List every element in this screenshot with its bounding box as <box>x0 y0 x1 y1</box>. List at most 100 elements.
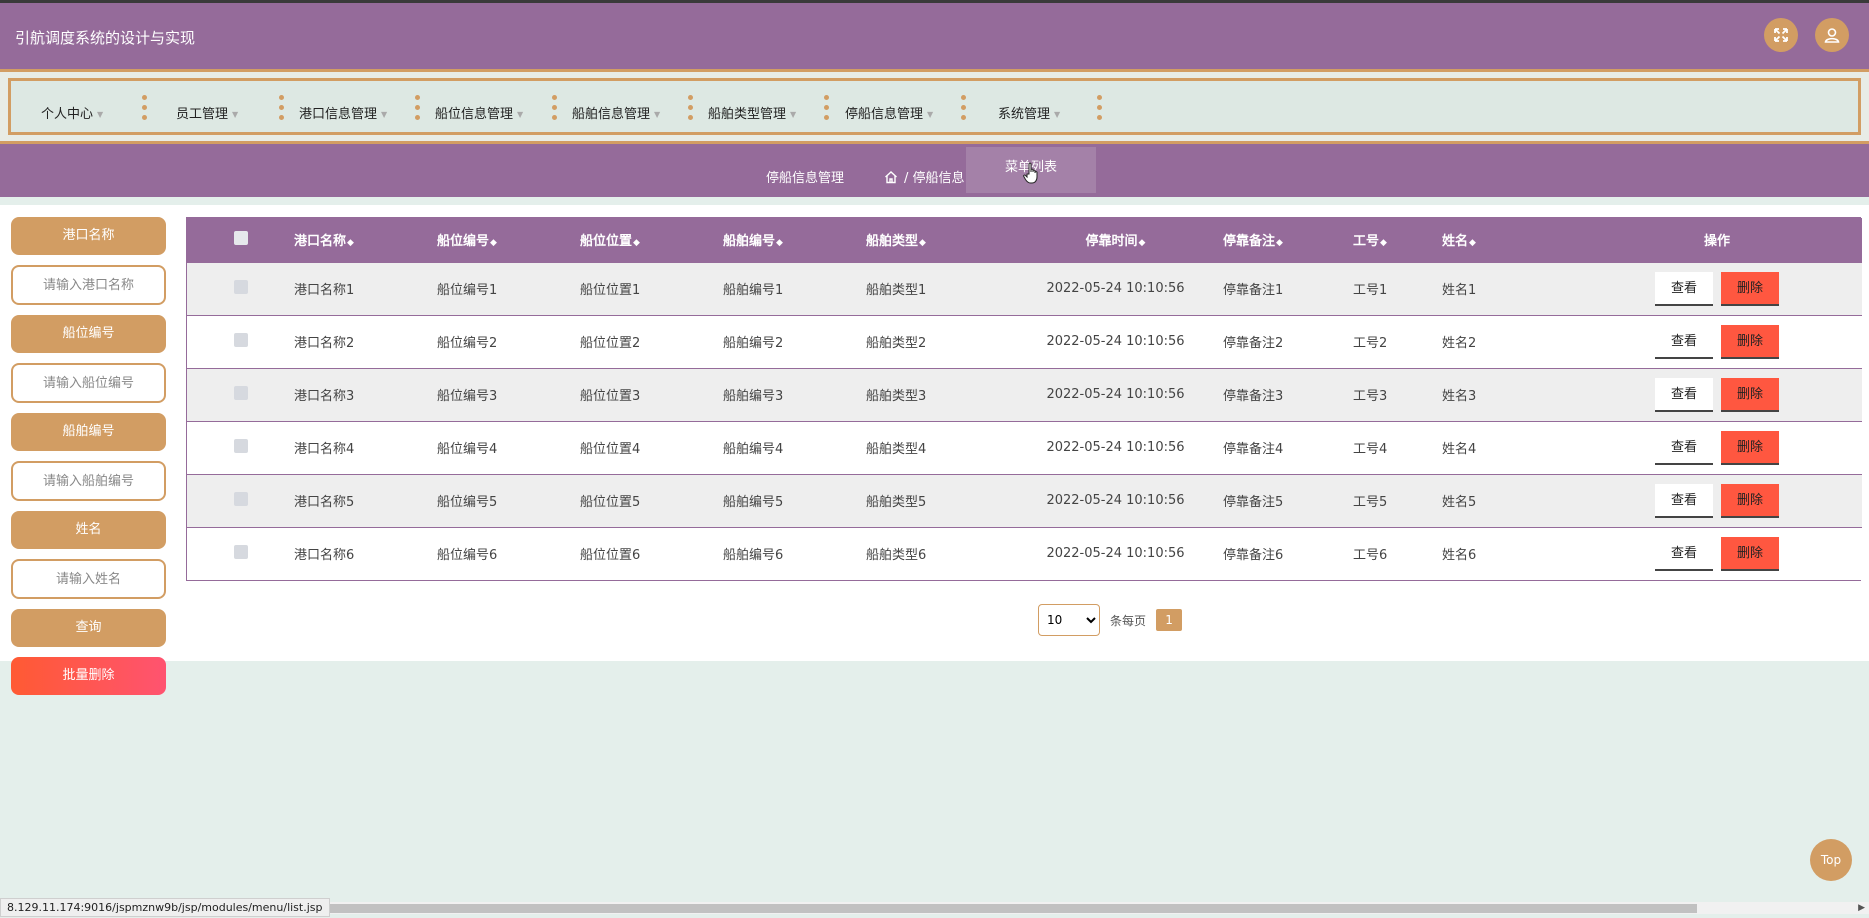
page-number-current[interactable]: 1 <box>1156 609 1183 631</box>
main-nav: 个人中心 ▼ 员工管理 ▼ 港口信息管理 ▼ 船位信息管理 ▼ 船舶信息管理 ▼ 船舶类型… <box>0 69 1869 144</box>
row-checkbox[interactable] <box>233 544 248 559</box>
nav-item-label: 员工管理 <box>176 107 229 122</box>
nav-item-port[interactable]: 港口信息管理 ▼ <box>299 103 387 122</box>
nav-item-personal-center[interactable]: 个人中心 ▼ <box>41 103 103 122</box>
table-row: 港口名称6 船位编号6 船位位置6 船舶编号6 船舶类型6 2022-05-24… <box>187 527 1862 580</box>
row-checkbox[interactable] <box>233 332 248 347</box>
sort-icon: ◆ <box>1380 238 1387 249</box>
query-button[interactable]: 查询 <box>11 609 166 647</box>
sort-icon: ◆ <box>1469 238 1476 249</box>
view-button[interactable]: 查看 <box>1655 536 1713 571</box>
cell-ship-type: 船舶类型6 <box>866 548 927 564</box>
cell-berth-number: 船位编号4 <box>437 442 498 457</box>
col-header-ship-number[interactable]: 船舶编号◆ <box>723 218 866 262</box>
cell-ship-number: 船舶编号3 <box>723 389 784 404</box>
cell-dock-time: 2022-05-24 10:10:56 <box>1046 387 1185 402</box>
cell-port-name: 港口名称6 <box>294 548 355 564</box>
cell-berth-number: 船位编号3 <box>437 389 498 404</box>
delete-button[interactable]: 删除 <box>1721 377 1779 412</box>
header-label: 停靠时间 <box>1085 234 1138 250</box>
nav-item-staff[interactable]: 员工管理 ▼ <box>176 103 238 122</box>
cell-dock-time: 2022-05-24 10:10:56 <box>1046 493 1185 508</box>
pagination: 10 条每页 1 <box>1038 604 1183 636</box>
berth-number-input[interactable] <box>11 363 166 403</box>
name-input[interactable] <box>11 559 166 599</box>
cell-staff-id: 工号3 <box>1353 389 1388 404</box>
cell-actions: 查看 删除 <box>1572 474 1862 527</box>
view-button[interactable]: 查看 <box>1655 377 1713 412</box>
row-checkbox[interactable] <box>233 279 248 294</box>
cell-ship-number: 船舶编号6 <box>723 548 784 564</box>
select-all-checkbox[interactable] <box>233 230 248 245</box>
user-button[interactable] <box>1815 18 1849 52</box>
home-icon[interactable] <box>884 170 898 184</box>
col-header-staff-id[interactable]: 工号◆ <box>1353 218 1442 262</box>
col-header-ship-type[interactable]: 船舶类型◆ <box>866 218 1008 262</box>
row-select-cell <box>187 421 294 474</box>
col-header-berth-number[interactable]: 船位编号◆ <box>437 218 580 262</box>
nav-separator <box>279 95 284 125</box>
scroll-right-arrow-icon[interactable]: ▶ <box>1858 903 1865 913</box>
breadcrumb-path[interactable]: / 停船信息 <box>904 167 965 186</box>
col-header-name[interactable]: 姓名◆ <box>1442 218 1572 262</box>
cell-name: 姓名2 <box>1442 336 1477 351</box>
delete-button[interactable]: 删除 <box>1721 536 1779 571</box>
col-header-dock-note[interactable]: 停靠备注◆ <box>1223 218 1353 262</box>
delete-button[interactable]: 删除 <box>1721 271 1779 306</box>
nav-separator <box>824 95 829 125</box>
col-header-actions: 操作 <box>1703 234 1730 250</box>
scrollbar-thumb[interactable] <box>300 904 1697 913</box>
col-header-berth-location[interactable]: 船位位置◆ <box>580 218 723 262</box>
delete-button[interactable]: 删除 <box>1721 483 1779 518</box>
search-sidebar: 港口名称 船位编号 船舶编号 姓名 查询 批量删除 <box>11 217 166 695</box>
sort-icon: ◆ <box>1276 238 1283 249</box>
cell-berth-location: 船位位置6 <box>580 548 641 564</box>
cell-actions: 查看 删除 <box>1572 527 1862 580</box>
breadcrumb-title: 停船信息管理 <box>766 171 845 186</box>
cell-name: 姓名5 <box>1442 495 1477 510</box>
row-select-cell <box>187 474 294 527</box>
sort-icon: ◆ <box>633 238 640 249</box>
nav-item-docking[interactable]: 停船信息管理 ▼ <box>845 103 933 122</box>
port-name-input[interactable] <box>11 265 166 305</box>
select-all-cell <box>187 218 294 262</box>
cell-staff-id: 工号5 <box>1353 495 1388 510</box>
user-icon <box>1824 28 1840 43</box>
fullscreen-button[interactable] <box>1764 18 1798 52</box>
page-size-select[interactable]: 10 <box>1038 604 1100 636</box>
nav-item-ship-type[interactable]: 船舶类型管理 ▼ <box>708 103 796 122</box>
delete-button[interactable]: 删除 <box>1721 430 1779 465</box>
cell-ship-number: 船舶编号2 <box>723 336 784 351</box>
sort-icon: ◆ <box>490 238 497 249</box>
col-header-port-name[interactable]: 港口名称◆ <box>294 218 437 262</box>
caret-down-icon: ▼ <box>517 110 524 119</box>
view-button[interactable]: 查看 <box>1655 483 1713 518</box>
cell-staff-id: 工号2 <box>1353 336 1388 351</box>
nav-item-system[interactable]: 系统管理 ▼ <box>998 103 1060 122</box>
row-checkbox[interactable] <box>233 491 248 506</box>
delete-button[interactable]: 删除 <box>1721 324 1779 359</box>
sort-icon: ◆ <box>776 238 783 249</box>
ship-number-input[interactable] <box>11 461 166 501</box>
view-button[interactable]: 查看 <box>1655 324 1713 359</box>
header-label: 姓名 <box>1442 234 1469 250</box>
nav-item-ship[interactable]: 船舶信息管理 ▼ <box>572 103 660 122</box>
nav-item-label: 个人中心 <box>41 107 94 122</box>
header-label: 停靠备注 <box>1223 234 1276 250</box>
col-header-dock-time[interactable]: 停靠时间◆ <box>1008 218 1223 262</box>
row-checkbox[interactable] <box>233 385 248 400</box>
nav-item-berth[interactable]: 船位信息管理 ▼ <box>435 103 523 122</box>
row-select-cell <box>187 368 294 421</box>
row-checkbox[interactable] <box>233 438 248 453</box>
nav-separator <box>552 95 557 125</box>
cell-berth-number: 船位编号1 <box>437 283 498 298</box>
ship-number-label: 船舶编号 <box>11 413 166 451</box>
view-button[interactable]: 查看 <box>1655 271 1713 306</box>
batch-delete-button[interactable]: 批量删除 <box>11 657 166 695</box>
cell-dock-time: 2022-05-24 10:10:56 <box>1046 546 1185 562</box>
cell-name: 姓名1 <box>1442 283 1477 298</box>
view-button[interactable]: 查看 <box>1655 430 1713 465</box>
cell-ship-type: 船舶类型5 <box>866 495 927 510</box>
back-to-top-button[interactable]: Top <box>1810 839 1852 881</box>
nav-item-label: 船位信息管理 <box>435 107 514 122</box>
